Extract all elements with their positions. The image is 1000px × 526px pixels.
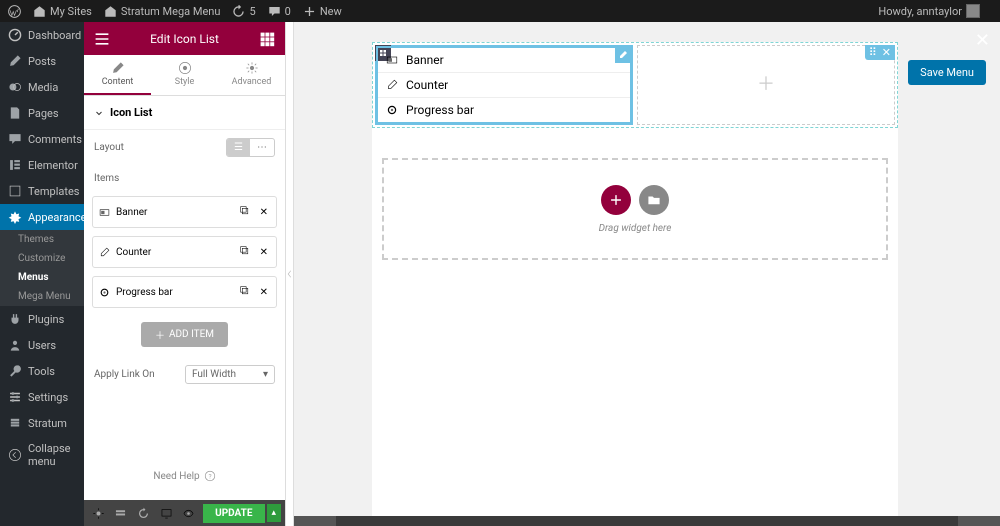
menu-stratum[interactable]: Stratum: [0, 410, 84, 436]
column-2[interactable]: ⠿✕ ＋: [637, 45, 895, 125]
menu-templates[interactable]: Templates: [0, 178, 84, 204]
submenu-customize[interactable]: Customize: [0, 249, 84, 268]
new-section-dropzone[interactable]: Drag widget here: [382, 158, 888, 260]
list-item[interactable]: Progress bar: [378, 98, 630, 122]
edit-icon: [99, 247, 110, 258]
list-item[interactable]: Banner: [378, 48, 630, 73]
editor-canvas: ✕ Save Menu Banner Counter Progress bar …: [294, 22, 1000, 526]
responsive-icon[interactable]: [156, 503, 177, 523]
update-button[interactable]: UPDATE: [203, 504, 264, 523]
site-name[interactable]: Stratum Mega Menu: [104, 5, 221, 18]
panel-footer: UPDATE ▴: [84, 500, 285, 526]
hamburger-icon[interactable]: [94, 31, 110, 47]
layout-inline-icon[interactable]: ⋯: [250, 139, 274, 156]
section-icon-list[interactable]: Icon List: [84, 96, 285, 130]
grid-icon[interactable]: [259, 31, 275, 47]
update-dropdown[interactable]: ▴: [267, 504, 282, 522]
layout-list-icon[interactable]: ☰: [227, 139, 250, 156]
submenu-themes[interactable]: Themes: [0, 230, 84, 249]
preview-icon[interactable]: [179, 503, 200, 523]
menu-users[interactable]: Users: [0, 332, 84, 358]
add-section-button[interactable]: [601, 185, 631, 215]
horizontal-scrollbar[interactable]: [294, 516, 1000, 526]
elementor-panel: Edit Icon List Content Style Advanced Ic…: [84, 22, 286, 526]
howdy-account[interactable]: Howdy, anntaylor: [878, 4, 980, 18]
repeater-item-progress[interactable]: Progress bar ✕: [92, 276, 277, 308]
column-controls[interactable]: ⠿✕: [865, 45, 895, 60]
my-sites[interactable]: My Sites: [33, 5, 92, 18]
menu-tools[interactable]: Tools: [0, 358, 84, 384]
circle-icon: [99, 287, 110, 298]
add-widget-placeholder[interactable]: ＋: [638, 46, 894, 120]
menu-settings[interactable]: Settings: [0, 384, 84, 410]
avatar: [966, 4, 980, 18]
panel-collapse-handle[interactable]: [286, 22, 294, 526]
add-template-button[interactable]: [639, 185, 669, 215]
svg-text:?: ?: [208, 472, 211, 480]
elementor-preview[interactable]: Banner Counter Progress bar ⠿✕ ＋ Drag wi…: [372, 42, 898, 516]
comments-count[interactable]: 0: [268, 5, 291, 18]
close-icon[interactable]: ✕: [258, 245, 270, 260]
tab-content[interactable]: Content: [84, 55, 151, 95]
panel-tabs: Content Style Advanced: [84, 55, 285, 96]
wp-admin-bar: My Sites Stratum Mega Menu 5 0 New Howdy…: [0, 0, 1000, 22]
menu-comments[interactable]: Comments: [0, 126, 84, 152]
wp-logo[interactable]: [8, 5, 21, 18]
panel-title: Edit Icon List: [150, 32, 219, 46]
tab-style[interactable]: Style: [151, 55, 218, 95]
wp-admin-sidebar: Dashboard Posts Media Pages Comments Ele…: [0, 22, 84, 526]
clone-icon[interactable]: [237, 243, 252, 261]
menu-elementor[interactable]: Elementor: [0, 152, 84, 178]
edit-widget-icon[interactable]: [615, 47, 631, 63]
drag-hint: Drag widget here: [599, 223, 672, 234]
save-menu-button[interactable]: Save Menu: [908, 60, 986, 85]
control-apply-link: Apply Link On Full Width▾: [84, 357, 285, 392]
close-icon[interactable]: ✕: [258, 205, 270, 220]
navigator-icon[interactable]: [111, 503, 132, 523]
history-icon[interactable]: [133, 503, 154, 523]
clone-icon[interactable]: [237, 283, 252, 301]
items-label: Items: [84, 165, 285, 192]
banner-icon: [99, 207, 110, 218]
drag-icon: ⠿: [869, 46, 877, 59]
submenu-mega-menu[interactable]: Mega Menu: [0, 287, 84, 306]
menu-pages[interactable]: Pages: [0, 100, 84, 126]
menu-dashboard[interactable]: Dashboard: [0, 22, 84, 48]
control-layout: Layout ☰ ⋯: [84, 130, 285, 165]
close-icon[interactable]: ✕: [975, 30, 990, 51]
repeater-item-counter[interactable]: Counter ✕: [92, 236, 277, 268]
panel-header: Edit Icon List: [84, 22, 285, 55]
menu-posts[interactable]: Posts: [0, 48, 84, 74]
column-1[interactable]: Banner Counter Progress bar: [375, 45, 633, 125]
clone-icon[interactable]: [237, 203, 252, 221]
section[interactable]: Banner Counter Progress bar ⠿✕ ＋: [372, 42, 898, 128]
add-item-button[interactable]: ＋ ADD ITEM: [141, 322, 228, 347]
layout-toggle[interactable]: ☰ ⋯: [226, 138, 275, 157]
collapse-menu[interactable]: Collapse menu: [0, 436, 84, 474]
list-item[interactable]: Counter: [378, 73, 630, 98]
updates-count[interactable]: 5: [232, 5, 255, 18]
icon-list-widget[interactable]: Banner Counter Progress bar: [376, 46, 632, 124]
menu-plugins[interactable]: Plugins: [0, 306, 84, 332]
close-icon: ✕: [882, 46, 891, 59]
need-help[interactable]: Need Help?: [84, 452, 285, 500]
tab-advanced[interactable]: Advanced: [218, 55, 285, 95]
submenu-menus[interactable]: Menus: [0, 268, 84, 287]
menu-appearance[interactable]: Appearance: [0, 204, 84, 230]
settings-icon[interactable]: [88, 503, 109, 523]
repeater-item-banner[interactable]: Banner ✕: [92, 196, 277, 228]
new-content[interactable]: New: [303, 5, 342, 18]
close-icon[interactable]: ✕: [258, 285, 270, 300]
menu-media[interactable]: Media: [0, 74, 84, 100]
apply-link-select[interactable]: Full Width▾: [185, 365, 275, 384]
